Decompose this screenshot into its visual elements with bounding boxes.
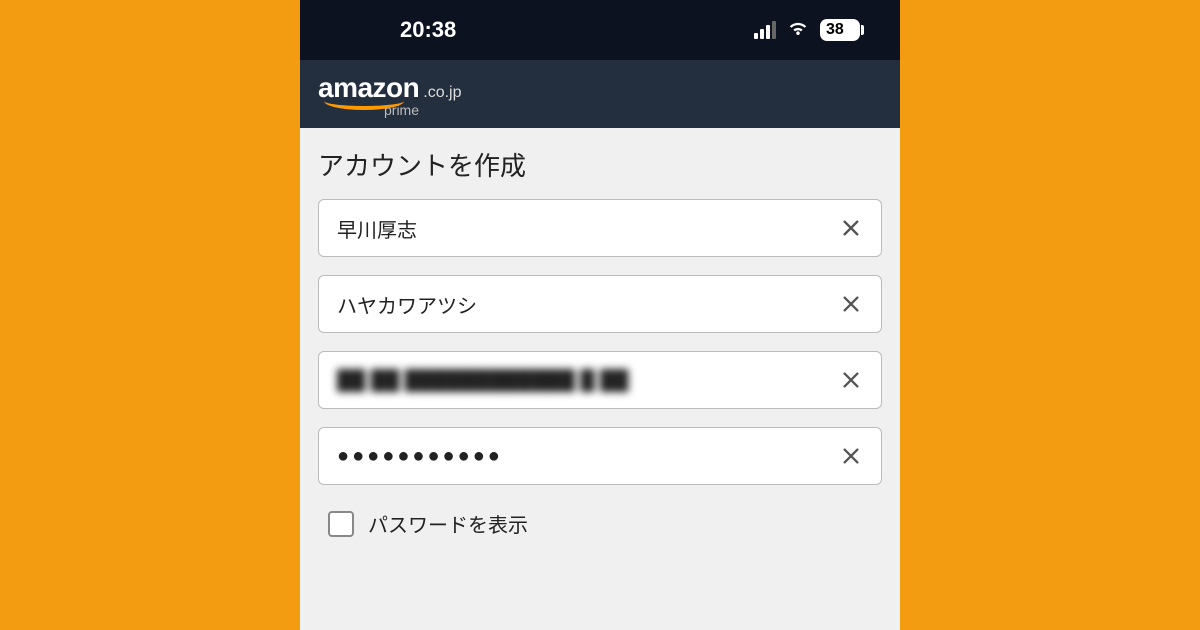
close-icon: [840, 217, 862, 239]
show-password-row: パスワードを表示: [318, 503, 882, 544]
amazon-logo: amazon .co.jp: [318, 72, 882, 104]
phone-screen: 20:38 38 amazon .co.jp prime アカウントを作成: [300, 0, 900, 630]
brand-domain: .co.jp: [423, 84, 461, 102]
clear-kana-button[interactable]: [835, 288, 867, 320]
brand-prime: prime: [384, 102, 882, 118]
status-icons: 38: [754, 15, 860, 45]
email-field-wrapper: [318, 351, 882, 409]
kana-field-wrapper: [318, 275, 882, 333]
password-input[interactable]: [337, 445, 835, 468]
brand-header: amazon .co.jp prime: [300, 60, 900, 128]
close-icon: [840, 293, 862, 315]
battery-indicator: 38: [820, 19, 860, 41]
status-bar: 20:38 38: [300, 0, 900, 60]
clear-email-button[interactable]: [835, 364, 867, 396]
brand-name: amazon: [318, 72, 419, 104]
page-title: アカウントを作成: [318, 146, 882, 183]
form-content: アカウントを作成 パスワードを表示: [300, 128, 900, 630]
kana-input[interactable]: [337, 293, 835, 316]
name-field-wrapper: [318, 199, 882, 257]
close-icon: [840, 369, 862, 391]
status-time: 20:38: [400, 17, 456, 43]
close-icon: [840, 445, 862, 467]
clear-password-button[interactable]: [835, 440, 867, 472]
show-password-label: パスワードを表示: [368, 509, 528, 538]
show-password-checkbox[interactable]: [328, 511, 354, 537]
wifi-icon: [786, 15, 810, 45]
password-field-wrapper: [318, 427, 882, 485]
cellular-signal-icon: [754, 21, 776, 39]
clear-name-button[interactable]: [835, 212, 867, 244]
name-input[interactable]: [337, 217, 835, 240]
email-input[interactable]: [337, 369, 835, 392]
